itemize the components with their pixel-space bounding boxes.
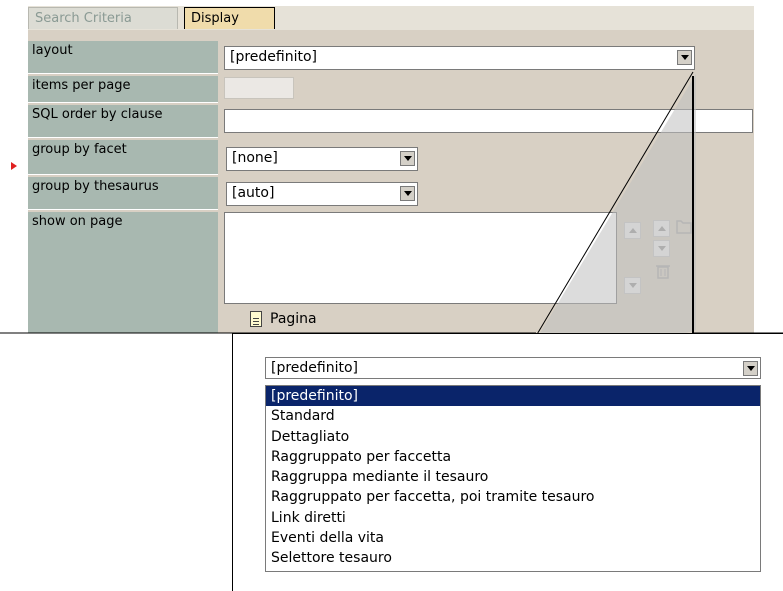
chevron-down-icon[interactable] bbox=[677, 50, 692, 65]
pagina-link[interactable]: Pagina bbox=[250, 308, 317, 330]
chevron-down-icon[interactable] bbox=[743, 361, 758, 376]
items-per-page-input[interactable] bbox=[224, 77, 294, 99]
option-raggruppa-tesauro[interactable]: Raggruppa mediante il tesauro bbox=[266, 467, 760, 487]
layout-popup-select[interactable]: [predefinito] bbox=[265, 357, 761, 379]
layout-select-value: [predefinito] bbox=[230, 49, 318, 65]
show-on-page-list[interactable] bbox=[224, 212, 617, 304]
show-on-page-label: show on page bbox=[28, 212, 218, 333]
move-up-button[interactable] bbox=[653, 220, 670, 237]
group-by-facet-value: [none] bbox=[232, 150, 278, 166]
trash-icon[interactable] bbox=[654, 262, 672, 280]
group-by-thesaurus-label: group by thesaurus bbox=[28, 177, 218, 210]
sql-order-by-input[interactable] bbox=[224, 109, 753, 133]
sql-order-by-label: SQL order by clause bbox=[28, 105, 218, 138]
page-icon bbox=[250, 311, 262, 327]
group-by-facet-label: group by facet bbox=[28, 140, 218, 175]
group-by-thesaurus-select[interactable]: [auto] bbox=[226, 182, 418, 206]
option-eventi-vita[interactable]: Eventi della vita bbox=[266, 528, 760, 548]
option-link-diretti[interactable]: Link diretti bbox=[266, 508, 760, 528]
group-by-thesaurus-value: [auto] bbox=[232, 185, 275, 201]
group-by-facet-select[interactable]: [none] bbox=[226, 147, 418, 171]
tab-search-criteria[interactable]: Search Criteria bbox=[28, 7, 178, 29]
items-per-page-label: items per page bbox=[28, 76, 218, 103]
chevron-down-icon[interactable] bbox=[400, 151, 415, 166]
option-faccetta-tesauro[interactable]: Raggruppato per faccetta, poi tramite te… bbox=[266, 487, 760, 507]
layout-popup-select-value: [predefinito] bbox=[271, 360, 359, 376]
layout-select[interactable]: [predefinito] bbox=[224, 46, 695, 70]
option-raggruppato-faccetta[interactable]: Raggruppato per faccetta bbox=[266, 447, 760, 467]
option-dettagliato[interactable]: Dettagliato bbox=[266, 427, 760, 447]
layout-label: layout bbox=[28, 41, 218, 74]
chevron-down-icon[interactable] bbox=[400, 186, 415, 201]
tab-display[interactable]: Display bbox=[184, 7, 275, 29]
option-predefinito[interactable]: [predefinito] bbox=[266, 386, 760, 407]
pagina-link-label: Pagina bbox=[270, 311, 317, 327]
move-down-button[interactable] bbox=[653, 240, 670, 257]
option-selettore-tesauro[interactable]: Selettore tesauro bbox=[266, 548, 760, 568]
arrow-down-icon[interactable] bbox=[624, 277, 641, 294]
layout-options-list: [predefinito] Standard Dettagliato Raggr… bbox=[265, 385, 761, 572]
current-row-marker bbox=[11, 162, 17, 170]
folder-icon[interactable] bbox=[673, 218, 695, 236]
arrow-up-icon[interactable] bbox=[624, 222, 641, 239]
option-standard[interactable]: Standard bbox=[266, 406, 760, 426]
